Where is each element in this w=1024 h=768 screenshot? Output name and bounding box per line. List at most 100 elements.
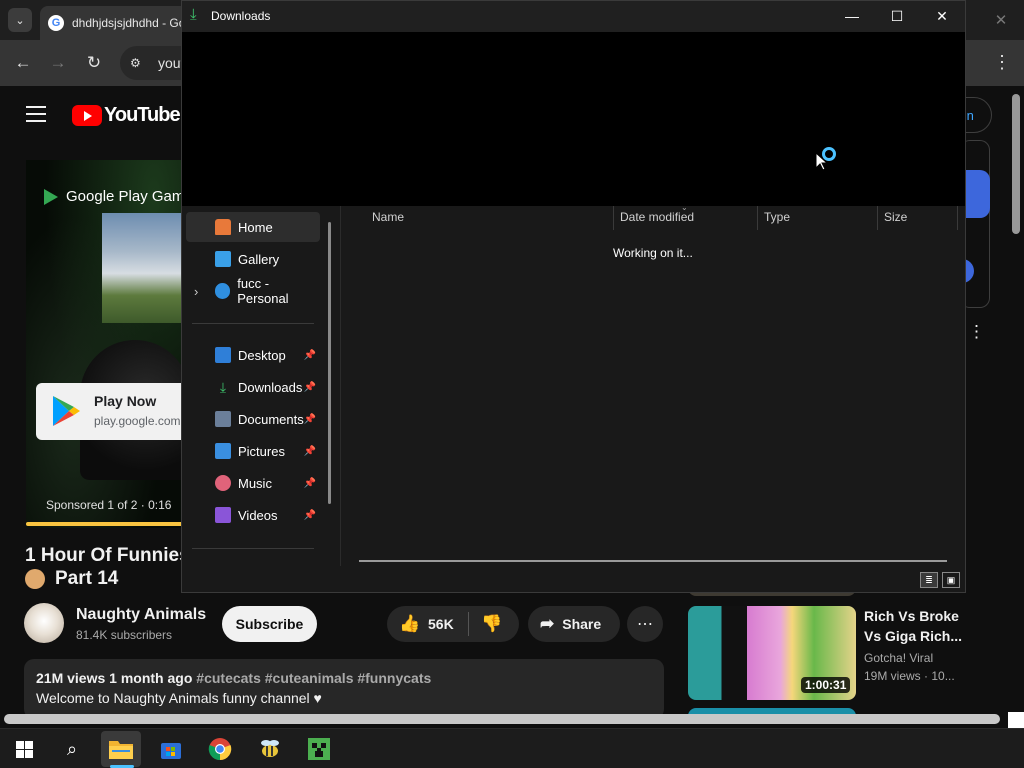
hamburger-menu-icon[interactable] [26, 106, 46, 122]
youtube-logo[interactable]: YouTube [72, 104, 181, 127]
column-separator[interactable] [877, 206, 878, 230]
chevron-right-icon[interactable]: › [194, 284, 198, 299]
nav-item-music[interactable]: Music 📌 [186, 468, 320, 498]
windows-logo-icon [15, 740, 33, 758]
pin-icon: 📌 [303, 349, 316, 361]
scrollbar-corner [1008, 712, 1024, 728]
column-separator[interactable] [613, 206, 614, 230]
nav-item-onedrive[interactable]: › fucc - Personal [186, 276, 320, 306]
back-button[interactable]: ← [12, 52, 34, 74]
browser-close-button[interactable]: ✕ [986, 8, 1016, 32]
nav-item-gallery[interactable]: Gallery [186, 244, 320, 274]
youtube-wordmark: YouTube [104, 104, 181, 126]
browser-tab[interactable]: G dhdhjdsjsjdhdhd - Go [40, 6, 190, 40]
horizontal-scrollbar[interactable] [4, 714, 1000, 724]
ad-game-screenshot [102, 213, 186, 323]
explorer-status-bar [182, 566, 965, 592]
column-separator[interactable] [957, 206, 958, 230]
loading-status-text: Working on it... [613, 246, 693, 260]
taskbar-chrome[interactable] [200, 731, 240, 767]
channel-avatar[interactable] [24, 603, 64, 643]
column-separator[interactable] [757, 206, 758, 230]
sponsored-label: Sponsored 1 of 2 · 0:16 [46, 498, 172, 512]
nav-item-videos[interactable]: Videos 📌 [186, 500, 320, 530]
column-header-size[interactable]: Size [884, 210, 907, 224]
creeper-icon [308, 738, 330, 760]
nav-item-downloads[interactable]: ⤓ Downloads 📌 [186, 372, 320, 402]
description-box[interactable] [24, 659, 664, 719]
subscriber-count: 81.4K subscribers [76, 628, 173, 642]
browser-menu-icon[interactable]: ⋮ [992, 52, 1012, 74]
google-play-icon [44, 188, 58, 205]
browser-tab-title: dhdhjdsjsjdhdhd - Go [72, 16, 186, 30]
maximize-button[interactable]: ☐ [875, 2, 919, 30]
videos-icon [215, 507, 231, 523]
share-icon: ➦ [540, 614, 555, 633]
explorer-window-title: Downloads [211, 9, 271, 23]
column-header-type[interactable]: Type [764, 210, 790, 224]
nav-item-pictures[interactable]: Pictures 📌 [186, 436, 320, 466]
pane-splitter[interactable] [340, 206, 341, 566]
nav-item-home[interactable]: Home [186, 212, 320, 242]
folder-icon [109, 741, 133, 759]
gallery-icon [215, 251, 231, 267]
dislike-icon[interactable]: 👎 [481, 614, 502, 634]
subscribe-button[interactable]: Subscribe [222, 606, 317, 642]
home-icon [215, 219, 231, 235]
description-text: Welcome to Naughty Animals funny channel… [36, 690, 322, 706]
related-video-title[interactable]: Rich Vs Broke Vs Giga Rich... [864, 606, 964, 646]
nav-item-desktop[interactable]: Desktop 📌 [186, 340, 320, 370]
related-video-channel: Gotcha! Viral [864, 651, 934, 665]
start-button[interactable] [4, 731, 44, 767]
nav-item-documents[interactable]: Documents 📌 [186, 404, 320, 434]
store-icon [161, 743, 181, 759]
minimize-button[interactable]: — [830, 2, 874, 30]
video-title-line2: Part 14 [25, 568, 118, 590]
more-options-icon[interactable]: ⋮ [968, 322, 985, 344]
column-header-date-modified[interactable]: Date modified [620, 210, 694, 224]
taskbar-file-explorer[interactable] [101, 731, 141, 767]
onedrive-cloud-icon [215, 283, 231, 299]
related-video-duration: 1:00:31 [801, 677, 851, 693]
google-play-games-logo: Google Play Game [44, 188, 193, 205]
tiles-view-icon[interactable]: ▣ [942, 572, 960, 588]
pin-icon: 📌 [303, 381, 316, 393]
hashtags[interactable]: #cutecats #cuteanimals #funnycats [196, 670, 431, 686]
taskbar-bee-app[interactable] [250, 731, 290, 767]
tab-search-button[interactable]: ⌄ [8, 8, 32, 32]
video-title: 1 Hour Of Funnies [25, 545, 190, 566]
ad-cta-title: Play Now [94, 393, 157, 409]
content-horizontal-scrollbar[interactable] [359, 560, 947, 562]
taskbar-minecraft[interactable] [299, 731, 339, 767]
column-header-name[interactable]: Name [372, 210, 404, 224]
ad-brand-text: Google Play Game [66, 188, 193, 205]
play-store-icon [53, 396, 80, 426]
forward-button[interactable]: → [47, 52, 69, 74]
search-icon[interactable]: ⌕ [52, 731, 92, 767]
reload-button[interactable]: ↻ [83, 52, 105, 74]
like-icon[interactable]: 👍 [399, 614, 420, 634]
channel-name[interactable]: Naughty Animals [76, 606, 206, 624]
pictures-icon [215, 443, 231, 459]
like-count[interactable]: 56K [428, 616, 454, 632]
google-favicon-icon: G [48, 15, 64, 31]
nav-divider [192, 548, 314, 549]
more-actions-button[interactable]: ⋯ [627, 606, 663, 642]
ad-progress-bar [26, 522, 186, 526]
pin-icon: 📌 [303, 509, 316, 521]
dog-emoji-icon [25, 569, 45, 589]
site-info-icon[interactable]: ⚙ [130, 56, 146, 70]
mouse-cursor-icon [815, 152, 827, 171]
nav-pane-scrollbar[interactable] [328, 222, 331, 504]
taskbar-microsoft-store[interactable] [151, 731, 191, 767]
share-button[interactable]: ➦ Share [528, 606, 620, 642]
close-button[interactable]: ✕ [920, 2, 964, 30]
downloads-icon: ⤓ [190, 6, 197, 23]
page-scrollbar[interactable] [1012, 94, 1020, 234]
nav-divider [192, 323, 314, 324]
youtube-play-icon [72, 105, 102, 126]
bee-icon [261, 740, 279, 757]
ad-cta-url: play.google.com [94, 414, 181, 428]
details-view-icon[interactable]: ≣ [920, 572, 938, 588]
related-video-views: 19M views · 10... [864, 669, 955, 683]
